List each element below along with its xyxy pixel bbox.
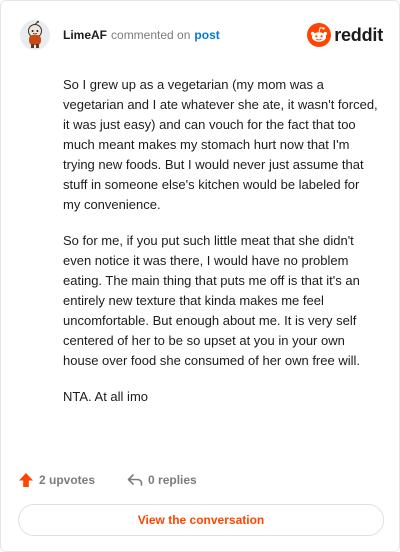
reddit-logo[interactable]: reddit — [307, 20, 383, 50]
reply-arrow-icon — [127, 474, 143, 486]
commented-on-text: commented on — [111, 28, 191, 42]
view-conversation-button[interactable]: View the conversation — [18, 504, 384, 536]
comment-paragraph: NTA. At all imo — [63, 389, 149, 404]
reddit-snoo-icon — [307, 23, 332, 47]
user-avatar[interactable] — [20, 20, 50, 50]
post-link[interactable]: post — [194, 28, 219, 42]
comment-meta: LimeAF commented on post — [63, 28, 220, 42]
comment-header: LimeAF commented on post reddit — [20, 20, 383, 50]
comment-paragraph: So I grew up as a vegetarian (my mom was… — [63, 77, 378, 212]
upvote-button[interactable]: 2 upvotes — [18, 472, 95, 488]
username[interactable]: LimeAF — [63, 28, 107, 42]
comment-actions: 2 upvotes 0 replies — [18, 471, 197, 489]
reddit-wordmark: reddit — [334, 24, 383, 45]
upvote-count: 2 upvotes — [39, 473, 96, 487]
replies-button[interactable]: 0 replies — [127, 472, 197, 488]
comment-paragraph: So for me, if you put such little meat t… — [63, 233, 361, 368]
upvote-arrow-icon — [19, 473, 33, 487]
reply-count: 0 replies — [148, 473, 197, 487]
comment-body: So I grew up as a vegetarian (my mom was… — [63, 75, 379, 423]
avatar-image — [20, 20, 50, 50]
comment-card: LimeAF commented on post reddit So I gre… — [0, 0, 400, 552]
